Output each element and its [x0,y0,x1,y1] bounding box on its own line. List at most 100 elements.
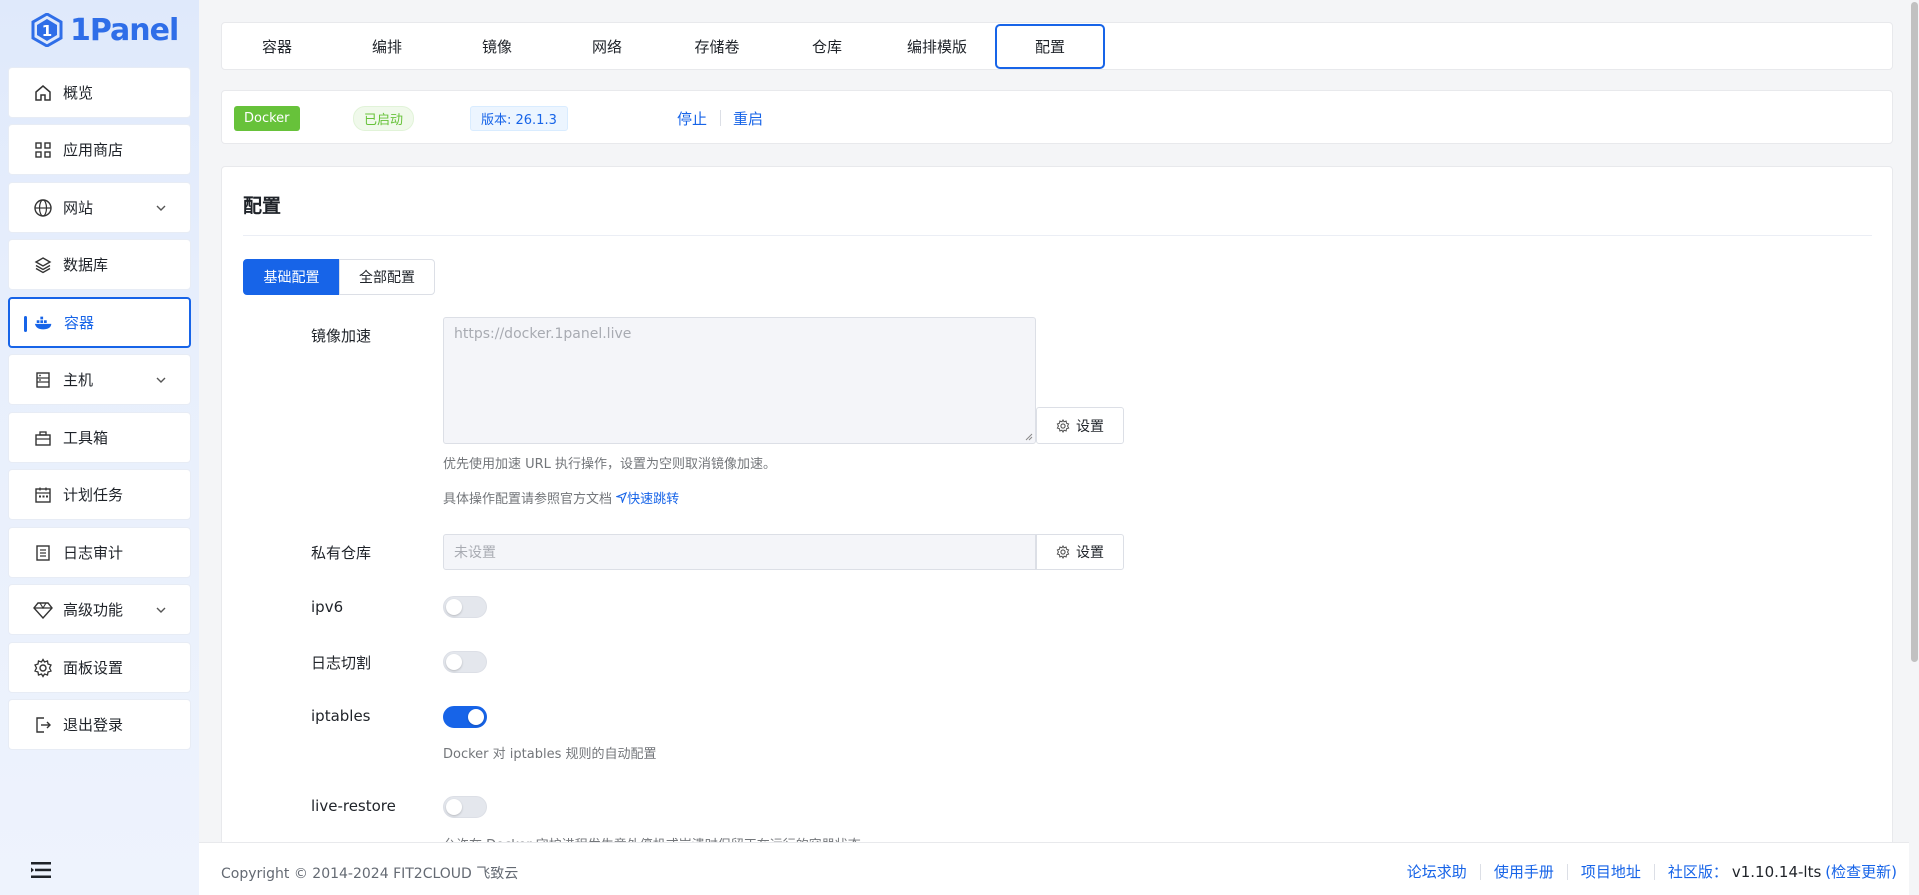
project-link[interactable]: 项目地址 [1581,861,1641,882]
check-update-link[interactable]: (检查更新) [1825,861,1897,882]
button-label: 设置 [1076,545,1104,561]
all-config-tab[interactable]: 全部配置 [339,259,435,295]
config-panel: 配置 基础配置 全部配置 镜像加速 https://docker.1panel.… [221,166,1893,853]
globe-icon [33,198,53,218]
tab-registries[interactable]: 仓库 [772,23,882,69]
send-icon [615,491,628,505]
registry-value: 未设置 [454,545,496,561]
sidebar-item-label: 网站 [63,199,94,217]
logcut-toggle[interactable] [443,651,487,673]
toggle-knob [446,654,462,670]
home-icon [33,83,53,103]
footer: Copyright © 2014-2024 FIT2CLOUD 飞致云 论坛求助… [199,842,1919,895]
iptables-toggle[interactable] [443,706,487,728]
button-label: 设置 [1076,418,1104,435]
sidebar-item-label: 主机 [63,371,94,389]
divider [1653,863,1655,880]
iptables-hint: Docker 对 iptables 规则的自动配置 [443,747,657,762]
tab-volumes[interactable]: 存储卷 [662,23,772,69]
registry-label: 私有仓库 [311,544,372,562]
menu-collapse-icon[interactable] [30,860,52,880]
gear-icon [33,657,53,678]
svg-text:1: 1 [42,22,52,40]
restart-button[interactable]: 重启 [733,108,763,129]
sidebar-item-label: 概览 [63,84,94,102]
sidebar-item-log[interactable]: 日志审计 [8,527,191,578]
quick-jump-link[interactable]: 快速跳转 [615,491,680,507]
tab-compose-templates[interactable]: 编排模版 [882,23,992,69]
manual-link[interactable]: 使用手册 [1494,861,1554,882]
sidebar-item-logout[interactable]: 退出登录 [8,699,191,750]
sidebar-item-appstore[interactable]: 应用商店 [8,124,191,175]
mirror-placeholder: https://docker.1panel.live [454,326,632,342]
scrollbar-thumb[interactable] [1911,2,1918,662]
divider [1566,863,1568,880]
sidebar-item-container[interactable]: 容器 [8,297,191,348]
sidebar-item-label: 计划任务 [63,486,124,504]
ipv6-toggle[interactable] [443,596,487,618]
sidebar-item-host[interactable]: 主机 [8,354,191,405]
sidebar-item-toolbox[interactable]: 工具箱 [8,412,191,463]
quick-jump-label: 快速跳转 [627,492,680,507]
log-icon [33,543,53,563]
toggle-knob [446,799,462,815]
tab-networks[interactable]: 网络 [552,23,662,69]
sidebar-item-cron[interactable]: 计划任务 [8,469,191,520]
sidebar-item-label: 面板设置 [63,659,124,677]
forum-link[interactable]: 论坛求助 [1407,861,1467,882]
divider [1479,863,1481,880]
divider [243,235,1872,236]
footer-links: 论坛求助 使用手册 项目地址 社区版： v1.10.14-lts (检查更新) [1407,861,1897,882]
sidebar: 1 1Panel 概览 应用商店 网站 数据库 容器 主机 工具箱 计划任务 日 [0,0,199,895]
sidebar-item-advanced[interactable]: 高级功能 [8,584,191,635]
grid-icon [33,140,53,160]
tab-images[interactable]: 镜像 [442,23,552,69]
registry-set-button[interactable]: 设置 [1036,534,1124,570]
sidebar-item-website[interactable]: 网站 [8,182,191,233]
docker-status-bar: Docker 已启动 版本: 26.1.3 停止 重启 [221,90,1893,144]
sidebar-item-overview[interactable]: 概览 [8,67,191,118]
container-tabs: 容器 编排 镜像 网络 存储卷 仓库 编排模版 配置 [221,22,1893,70]
mirror-textarea[interactable]: https://docker.1panel.live [443,317,1036,444]
chevron-down-icon [156,377,166,383]
stop-button[interactable]: 停止 [677,108,707,129]
toggle-knob [446,599,462,615]
mirror-hint: 优先使用加速 URL 执行操作，设置为空则取消镜像加速。 [443,457,777,472]
diamond-icon [33,600,53,620]
sidebar-item-database[interactable]: 数据库 [8,239,191,290]
logcut-label: 日志切割 [311,654,372,672]
sidebar-item-label: 日志审计 [63,544,124,562]
logo-icon: 1 [31,13,63,47]
iptables-label: iptables [311,707,371,725]
registry-input[interactable]: 未设置 [443,534,1036,570]
docker-icon [34,313,54,333]
gear-icon [1056,545,1070,559]
live-restore-label: live-restore [311,797,396,815]
sidebar-item-label: 容器 [64,314,95,332]
sidebar-item-settings[interactable]: 面板设置 [8,642,191,693]
toggle-knob [468,709,484,725]
tab-containers[interactable]: 容器 [222,23,332,69]
live-restore-toggle[interactable] [443,796,487,818]
version-badge: 版本: 26.1.3 [470,106,568,131]
mirror-set-button[interactable]: 设置 [1036,407,1124,444]
edition-link[interactable]: 社区版： [1668,861,1728,882]
sidebar-item-label: 退出登录 [63,716,124,734]
doc-text: 具体操作配置请参照官方文档 [443,492,613,507]
page-title: 配置 [243,195,282,217]
resize-handle-icon[interactable] [1025,433,1033,441]
docker-tag: Docker [234,106,300,131]
logo[interactable]: 1 1Panel [30,10,179,50]
sidebar-item-label: 应用商店 [63,141,124,159]
basic-config-tab[interactable]: 基础配置 [243,259,340,295]
calendar-icon [33,485,53,505]
tab-settings[interactable]: 配置 [995,24,1105,69]
server-icon [33,370,53,390]
scrollbar[interactable] [1909,0,1919,895]
gear-icon [1056,418,1070,433]
chevron-down-icon [156,205,166,211]
status-badge: 已启动 [353,106,415,131]
chevron-down-icon [156,607,166,613]
tab-compose[interactable]: 编排 [332,23,442,69]
version-text: v1.10.14-lts [1731,862,1822,881]
